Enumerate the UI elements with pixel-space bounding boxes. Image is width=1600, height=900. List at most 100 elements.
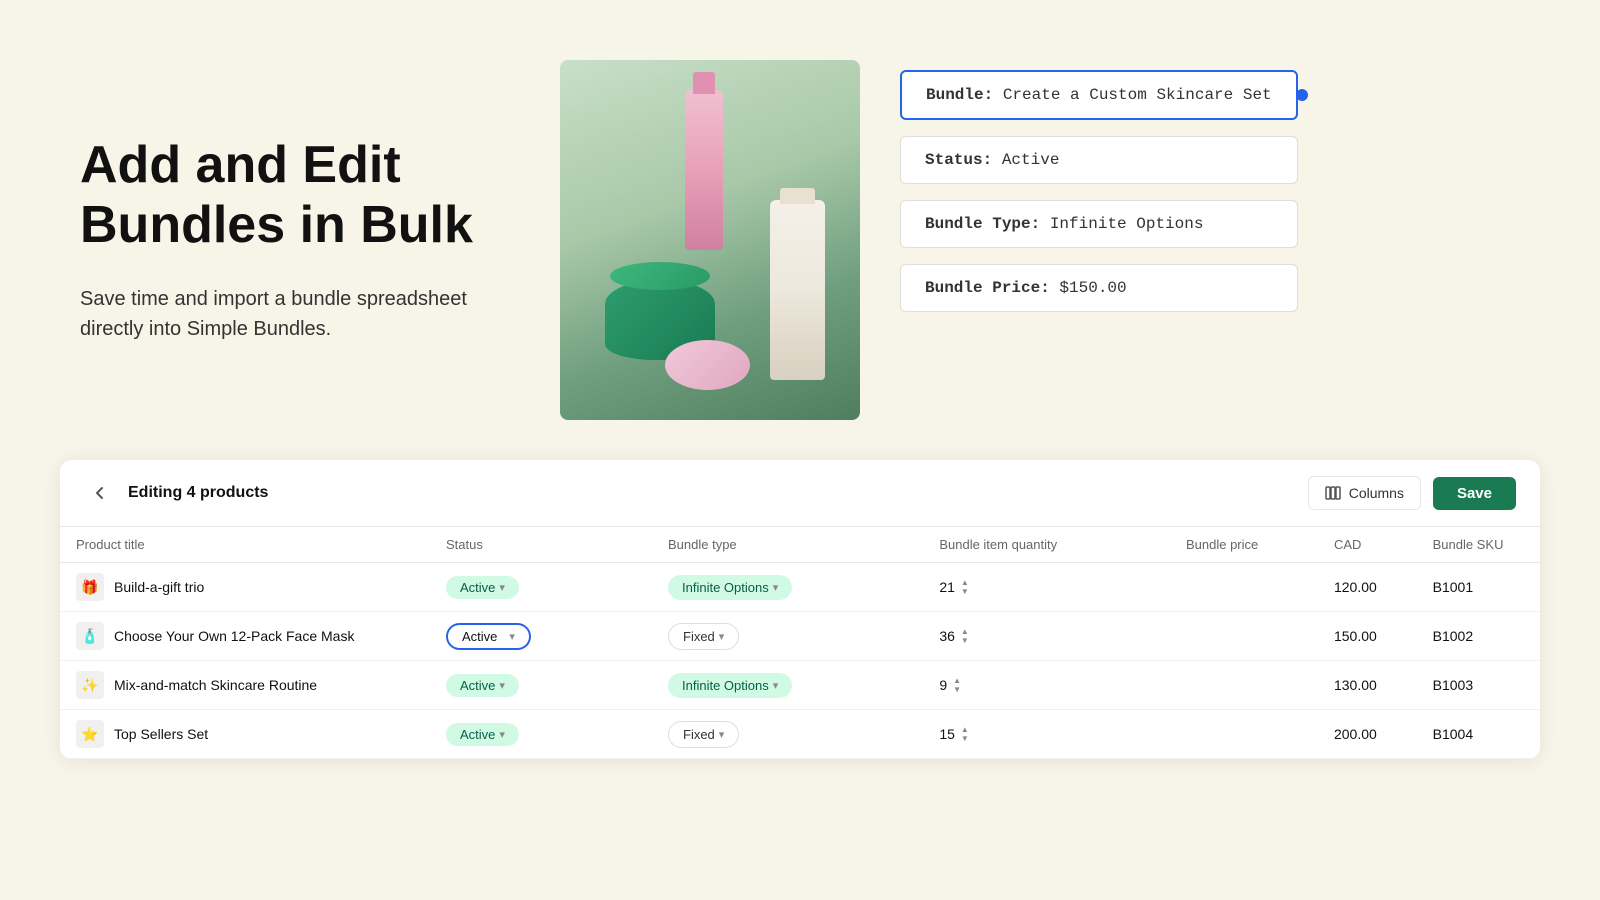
hero-text: Add and Edit Bundles in Bulk Save time a… bbox=[80, 136, 500, 344]
product-title: Mix-and-match Skincare Routine bbox=[114, 677, 317, 693]
bundle-type-badge[interactable]: Infinite Options ▾ bbox=[668, 673, 792, 698]
hero-section: Add and Edit Bundles in Bulk Save time a… bbox=[0, 0, 1600, 450]
status-cell[interactable]: Active ▾ bbox=[430, 612, 652, 661]
bundle-type-value: Fixed bbox=[683, 629, 715, 644]
quantity-spinner[interactable]: ▲ ▼ bbox=[953, 677, 961, 694]
status-value: Active bbox=[460, 727, 495, 742]
products-table: Product title Status Bundle type Bundle … bbox=[60, 527, 1540, 759]
price-cell bbox=[1170, 710, 1318, 759]
status-badge[interactable]: Active ▾ bbox=[446, 623, 531, 650]
bundle-price-value: $150.00 bbox=[1059, 279, 1126, 297]
status-cell[interactable]: Active ▾ bbox=[430, 563, 652, 612]
status-value: Active bbox=[460, 580, 495, 595]
col-header-quantity: Bundle item quantity bbox=[923, 527, 1170, 563]
table-section: Editing 4 products Columns Save Product … bbox=[60, 460, 1540, 759]
col-header-sku: Bundle SKU bbox=[1417, 527, 1540, 563]
bundle-type-value: Fixed bbox=[683, 727, 715, 742]
quantity-spinner[interactable]: ▲ ▼ bbox=[961, 726, 969, 743]
col-header-title: Product title bbox=[60, 527, 430, 563]
product-title-cell: ✨ Mix-and-match Skincare Routine bbox=[60, 661, 430, 710]
status-badge[interactable]: Active ▾ bbox=[446, 674, 519, 697]
bundle-name-value: Create a Custom Skincare Set bbox=[1003, 86, 1272, 104]
product-title: Top Sellers Set bbox=[114, 726, 208, 742]
cad-cell: 150.00 bbox=[1318, 612, 1417, 661]
bundle-type-badge[interactable]: Fixed ▾ bbox=[668, 721, 739, 748]
quantity-spinner[interactable]: ▲ ▼ bbox=[961, 628, 969, 645]
product-round-icon bbox=[665, 340, 750, 390]
price-value: 150.00 bbox=[1334, 628, 1377, 644]
bundle-type-label: Bundle Type: bbox=[925, 215, 1050, 233]
quantity-value: 9 bbox=[939, 677, 947, 693]
product-title-cell: 🧴 Choose Your Own 12-Pack Face Mask bbox=[60, 612, 430, 661]
qty-up-arrow[interactable]: ▲ bbox=[961, 628, 969, 636]
status-dropdown-arrow: ▾ bbox=[499, 679, 505, 692]
product-image bbox=[560, 60, 860, 420]
bundle-name-label: Bundle: bbox=[926, 86, 1003, 104]
status-badge[interactable]: Active ▾ bbox=[446, 576, 519, 599]
status-cell[interactable]: Active ▾ bbox=[430, 710, 652, 759]
editing-label: Editing 4 products bbox=[128, 484, 1296, 502]
table-row: ⭐ Top Sellers Set Active ▾ Fixed ▾ 15 bbox=[60, 710, 1540, 759]
qty-up-arrow[interactable]: ▲ bbox=[953, 677, 961, 685]
cad-cell: 120.00 bbox=[1318, 563, 1417, 612]
price-cell bbox=[1170, 661, 1318, 710]
table-header: Editing 4 products Columns Save bbox=[60, 460, 1540, 527]
bundle-price-card: Bundle Price: $150.00 bbox=[900, 264, 1298, 312]
bundle-type-cell[interactable]: Infinite Options ▾ bbox=[652, 563, 923, 612]
quantity-value: 21 bbox=[939, 579, 955, 595]
qty-down-arrow[interactable]: ▼ bbox=[953, 686, 961, 694]
table-header-row: Product title Status Bundle type Bundle … bbox=[60, 527, 1540, 563]
cad-cell: 130.00 bbox=[1318, 661, 1417, 710]
quantity-cell: 36 ▲ ▼ bbox=[923, 612, 1170, 661]
sku-cell: B1003 bbox=[1417, 661, 1540, 710]
save-button[interactable]: Save bbox=[1433, 477, 1516, 510]
columns-button[interactable]: Columns bbox=[1308, 476, 1421, 510]
bundle-type-value: Infinite Options bbox=[1050, 215, 1204, 233]
bundle-type-dropdown-arrow: ▾ bbox=[719, 630, 725, 643]
qty-down-arrow[interactable]: ▼ bbox=[961, 735, 969, 743]
col-header-bundle-type: Bundle type bbox=[652, 527, 923, 563]
product-icon: ⭐ bbox=[76, 720, 104, 748]
bundle-name-card: Bundle: Create a Custom Skincare Set bbox=[900, 70, 1298, 120]
price-cell bbox=[1170, 612, 1318, 661]
price-value: 130.00 bbox=[1334, 677, 1377, 693]
bundle-type-cell[interactable]: Infinite Options ▾ bbox=[652, 661, 923, 710]
hero-title: Add and Edit Bundles in Bulk bbox=[80, 136, 500, 256]
quantity-value: 15 bbox=[939, 726, 955, 742]
bundle-type-card: Bundle Type: Infinite Options bbox=[900, 200, 1298, 248]
qty-up-arrow[interactable]: ▲ bbox=[961, 579, 969, 587]
sku-cell: B1001 bbox=[1417, 563, 1540, 612]
hero-subtitle: Save time and import a bundle spreadshee… bbox=[80, 284, 500, 344]
table-row: 🎁 Build-a-gift trio Active ▾ Infinite Op… bbox=[60, 563, 1540, 612]
table-row: 🧴 Choose Your Own 12-Pack Face Mask Acti… bbox=[60, 612, 1540, 661]
quantity-spinner[interactable]: ▲ ▼ bbox=[961, 579, 969, 596]
bundle-type-dropdown-arrow: ▾ bbox=[719, 728, 725, 741]
price-value: 200.00 bbox=[1334, 726, 1377, 742]
bundle-price-label: Bundle Price: bbox=[925, 279, 1059, 297]
qty-up-arrow[interactable]: ▲ bbox=[961, 726, 969, 734]
bundle-type-badge[interactable]: Infinite Options ▾ bbox=[668, 575, 792, 600]
price-cell bbox=[1170, 563, 1318, 612]
back-button[interactable] bbox=[84, 477, 116, 509]
product-title: Build-a-gift trio bbox=[114, 579, 204, 595]
quantity-cell: 15 ▲ ▼ bbox=[923, 710, 1170, 759]
bundle-type-cell[interactable]: Fixed ▾ bbox=[652, 612, 923, 661]
hero-visual: Bundle: Create a Custom Skincare Set Sta… bbox=[560, 60, 1520, 420]
bundle-type-dropdown-arrow: ▾ bbox=[773, 581, 779, 594]
col-header-status: Status bbox=[430, 527, 652, 563]
sku-value: B1004 bbox=[1433, 726, 1473, 742]
bundle-type-badge[interactable]: Fixed ▾ bbox=[668, 623, 739, 650]
bundle-type-cell[interactable]: Fixed ▾ bbox=[652, 710, 923, 759]
status-value: Active bbox=[460, 678, 495, 693]
qty-down-arrow[interactable]: ▼ bbox=[961, 588, 969, 596]
quantity-value: 36 bbox=[939, 628, 955, 644]
product-bottle-icon bbox=[770, 200, 825, 380]
bundle-type-value: Infinite Options bbox=[682, 678, 769, 693]
status-badge[interactable]: Active ▾ bbox=[446, 723, 519, 746]
qty-down-arrow[interactable]: ▼ bbox=[961, 637, 969, 645]
sku-value: B1001 bbox=[1433, 579, 1473, 595]
status-cell[interactable]: Active ▾ bbox=[430, 661, 652, 710]
status-dropdown-arrow: ▾ bbox=[499, 728, 505, 741]
status-dropdown-arrow: ▾ bbox=[509, 630, 515, 643]
columns-icon bbox=[1325, 485, 1341, 501]
